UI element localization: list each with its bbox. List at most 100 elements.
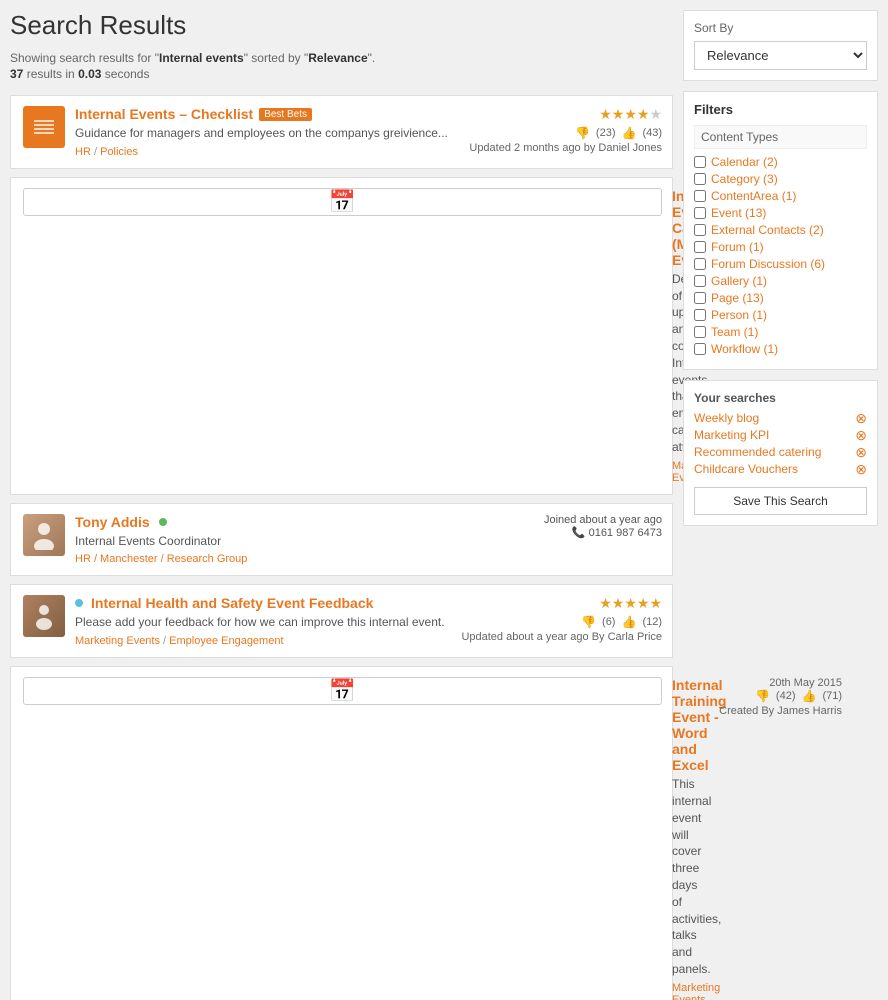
result-item-4: Internal Health and Safety Event Feedbac… <box>10 584 673 658</box>
page-title: Search Results <box>10 10 673 41</box>
search-history-link-childcare-vouchers[interactable]: Childcare Vouchers <box>694 462 798 476</box>
filter-item-forum-discussion: Forum Discussion (6) <box>694 257 867 271</box>
result-icon-calendar-2: 📅 <box>23 188 662 216</box>
tag-marketing-4[interactable]: Marketing Events <box>75 635 160 647</box>
result-meta-1: ★★★★★ 👎(23) 👍(43) Updated 2 months ago b… <box>469 106 662 154</box>
vote-info-4: 👎(6) 👍(12) <box>461 615 662 629</box>
your-searches-title: Your searches <box>694 391 867 405</box>
sidebar: Sort By Relevance Date Title Filters Con… <box>683 10 878 1000</box>
result-group-3: HR / Manchester / Research Group <box>75 553 492 565</box>
filter-items-list: Calendar (2) Category (3) ContentArea (1… <box>694 155 867 356</box>
filters-title: Filters <box>694 102 867 117</box>
tag-policies[interactable]: Policies <box>100 146 138 158</box>
filter-link-gallery[interactable]: Gallery (1) <box>711 274 767 288</box>
filter-item-workflow: Workflow (1) <box>694 342 867 356</box>
sort-by-section: Sort By Relevance Date Title <box>683 10 878 81</box>
result-icon-calendar-5: 📅 <box>23 677 662 705</box>
remove-search-marketing-kpi[interactable]: ⊗ <box>855 428 867 442</box>
content-types-header: Content Types <box>694 125 867 149</box>
filter-item-calendar: Calendar (2) <box>694 155 867 169</box>
result-icon-checklist <box>23 106 65 148</box>
filters-section: Filters Content Types Calendar (2) Categ… <box>683 91 878 370</box>
online-indicator <box>159 518 167 526</box>
result-title-1[interactable]: Internal Events – Checklist Best Bets <box>75 106 459 122</box>
remove-search-childcare-vouchers[interactable]: ⊗ <box>855 462 867 476</box>
result-body-4: Internal Health and Safety Event Feedbac… <box>75 595 451 647</box>
result-icon-person-3 <box>23 514 65 556</box>
filter-link-workflow[interactable]: Workflow (1) <box>711 342 778 356</box>
result-icon-4 <box>23 595 65 637</box>
meta-line-4: Updated about a year ago By Carla Price <box>461 631 662 643</box>
person-joined: Joined about a year ago <box>502 514 662 526</box>
filter-checkbox-gallery[interactable] <box>694 275 706 287</box>
filter-checkbox-person[interactable] <box>694 309 706 321</box>
main-content: Search Results Showing search results fo… <box>10 10 673 1000</box>
new-badge <box>75 599 83 607</box>
filter-item-contentarea: ContentArea (1) <box>694 189 867 203</box>
filter-item-page: Page (13) <box>694 291 867 305</box>
result-title-3[interactable]: Tony Addis <box>75 514 492 530</box>
remove-search-recommended-catering[interactable]: ⊗ <box>855 445 867 459</box>
star-rating-1: ★★★★★ <box>469 106 662 123</box>
filter-checkbox-event[interactable] <box>694 207 706 219</box>
sort-by-label: Sort By <box>694 21 867 35</box>
search-history-link-recommended-catering[interactable]: Recommended catering <box>694 445 821 459</box>
filter-item-external-contacts: External Contacts (2) <box>694 223 867 237</box>
filter-checkbox-team[interactable] <box>694 326 706 338</box>
filter-link-calendar[interactable]: Calendar (2) <box>711 155 778 169</box>
result-item-5: 📅 Internal Training Event - Word and Exc… <box>10 666 673 1000</box>
result-tags-4: Marketing Events / Employee Engagement <box>75 635 451 647</box>
result-item-1: Internal Events – Checklist Best Bets Gu… <box>10 95 673 169</box>
result-tags-1: HR / Policies <box>75 146 459 158</box>
filter-item-person: Person (1) <box>694 308 867 322</box>
filter-link-page[interactable]: Page (13) <box>711 291 764 305</box>
search-history-weekly-blog: Weekly blog ⊗ <box>694 411 867 425</box>
result-item-3: Tony Addis Internal Events Coordinator H… <box>10 503 673 577</box>
filter-link-person[interactable]: Person (1) <box>711 308 767 322</box>
your-searches-section: Your searches Weekly blog ⊗ Marketing KP… <box>683 380 878 526</box>
filter-item-team: Team (1) <box>694 325 867 339</box>
filter-checkbox-workflow[interactable] <box>694 343 706 355</box>
search-history-link-weekly-blog[interactable]: Weekly blog <box>694 411 759 425</box>
filter-checkbox-category[interactable] <box>694 173 706 185</box>
filter-checkbox-contentarea[interactable] <box>694 190 706 202</box>
person-avatar <box>23 514 65 556</box>
search-summary: Showing search results for "Internal eve… <box>10 51 673 65</box>
tag-employee-engagement[interactable]: Employee Engagement <box>169 635 283 647</box>
filter-checkbox-forum[interactable] <box>694 241 706 253</box>
filter-link-external-contacts[interactable]: External Contacts (2) <box>711 223 824 237</box>
results-count: 37 results in 0.03 seconds <box>10 67 673 81</box>
meta-line-1: Updated 2 months ago by Daniel Jones <box>469 142 662 154</box>
vote-info-1: 👎(23) 👍(43) <box>469 126 662 140</box>
save-search-button[interactable]: Save This Search <box>694 487 867 515</box>
sort-select[interactable]: Relevance Date Title <box>694 41 867 70</box>
remove-search-weekly-blog[interactable]: ⊗ <box>855 411 867 425</box>
search-history-recommended-catering: Recommended catering ⊗ <box>694 445 867 459</box>
filter-item-event: Event (13) <box>694 206 867 220</box>
filter-item-gallery: Gallery (1) <box>694 274 867 288</box>
filter-checkbox-forum-discussion[interactable] <box>694 258 706 270</box>
filter-link-forum-discussion[interactable]: Forum Discussion (6) <box>711 257 825 271</box>
filter-item-forum: Forum (1) <box>694 240 867 254</box>
result-meta-4: ★★★★★ 👎(6) 👍(12) Updated about a year ag… <box>461 595 662 643</box>
filter-link-team[interactable]: Team (1) <box>711 325 758 339</box>
filter-link-event[interactable]: Event (13) <box>711 206 766 220</box>
result-body-3: Tony Addis Internal Events Coordinator H… <box>75 514 492 566</box>
result-title-4[interactable]: Internal Health and Safety Event Feedbac… <box>75 595 451 611</box>
person-phone: 📞 0161 987 6473 <box>502 526 662 539</box>
filter-link-contentarea[interactable]: ContentArea (1) <box>711 189 796 203</box>
result-desc-1: Guidance for managers and employees on t… <box>75 125 459 142</box>
filter-link-category[interactable]: Category (3) <box>711 172 778 186</box>
search-history-childcare-vouchers: Childcare Vouchers ⊗ <box>694 462 867 476</box>
tag-hr[interactable]: HR <box>75 146 91 158</box>
filter-item-category: Category (3) <box>694 172 867 186</box>
filter-checkbox-external-contacts[interactable] <box>694 224 706 236</box>
filter-checkbox-calendar[interactable] <box>694 156 706 168</box>
search-history-link-marketing-kpi[interactable]: Marketing KPI <box>694 428 769 442</box>
result-body-1: Internal Events – Checklist Best Bets Gu… <box>75 106 459 158</box>
result-item-2: 📅 Internal Events Calendar (Marketing Ev… <box>10 177 673 495</box>
result-desc-4: Please add your feedback for how we can … <box>75 614 451 631</box>
filter-checkbox-page[interactable] <box>694 292 706 304</box>
best-bet-badge: Best Bets <box>259 108 312 121</box>
filter-link-forum[interactable]: Forum (1) <box>711 240 764 254</box>
